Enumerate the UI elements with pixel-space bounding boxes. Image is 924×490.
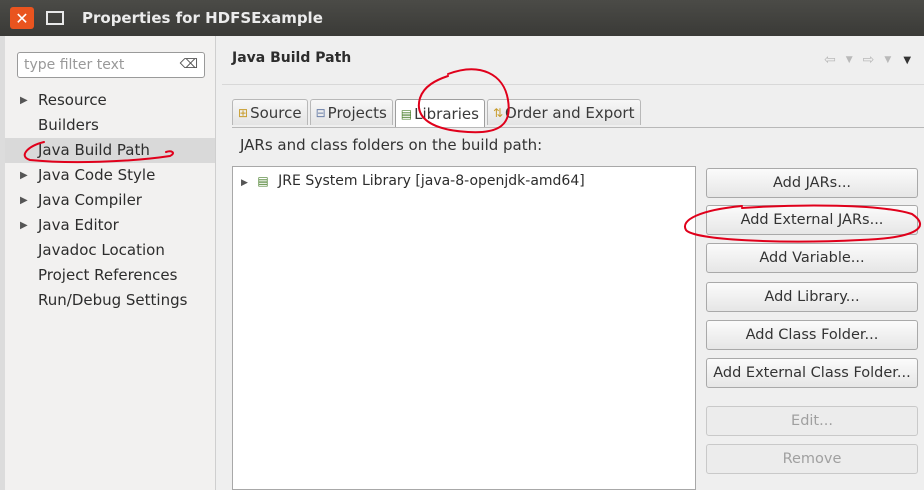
sidebar-item-label: Project References	[38, 266, 178, 284]
forward-arrow-icon[interactable]: ⇨	[863, 52, 875, 68]
sidebar: ⌫ ▶ Resource Builders Java Build Path ▶ …	[5, 36, 216, 490]
filter-input[interactable]	[22, 56, 176, 74]
close-icon[interactable]: ✕	[10, 7, 34, 29]
sidebar-item-label: Java Code Style	[38, 166, 156, 184]
tab-libraries[interactable]: ▤ Libraries	[394, 99, 485, 127]
sidebar-item-label: Java Compiler	[38, 191, 142, 209]
add-variable-button[interactable]: Add Variable...	[706, 243, 918, 273]
edit-button[interactable]: Edit...	[706, 406, 918, 436]
sidebar-item-label: Javadoc Location	[38, 241, 165, 259]
library-label: JRE System Library [java-8-openjdk-amd64…	[278, 173, 585, 189]
source-folder-icon: ⊞	[238, 105, 249, 120]
header-divider	[222, 84, 924, 85]
back-dropdown-icon[interactable]: ▼	[846, 55, 853, 65]
add-library-button[interactable]: Add Library...	[706, 282, 918, 312]
expand-arrow-icon[interactable]: ▶	[241, 178, 248, 188]
add-external-jars-button[interactable]: Add External JARs...	[706, 205, 918, 235]
sidebar-item-builders[interactable]: Builders	[5, 113, 215, 138]
page-title: Java Build Path	[232, 50, 352, 66]
remove-button[interactable]: Remove	[706, 444, 918, 474]
tab-source[interactable]: ⊞ Source	[232, 99, 308, 125]
libraries-description: JARs and class folders on the build path…	[240, 136, 543, 154]
view-menu-icon[interactable]: ▼	[903, 55, 911, 66]
expand-arrow-icon[interactable]: ▶	[20, 163, 28, 188]
tab-label: Source	[250, 103, 302, 122]
order-export-icon: ⇅	[492, 105, 503, 120]
sidebar-item-java-compiler[interactable]: ▶ Java Compiler	[5, 188, 215, 213]
sidebar-item-label: Java Editor	[38, 216, 119, 234]
expand-arrow-icon[interactable]: ▶	[20, 88, 28, 113]
library-item-jre[interactable]: ▶ ▤ JRE System Library [java-8-openjdk-a…	[241, 173, 585, 189]
expand-arrow-icon[interactable]: ▶	[20, 188, 28, 213]
library-icon: ▤	[257, 174, 269, 188]
title-bar: ✕ Properties for HDFSExample	[0, 0, 924, 36]
property-tree: ▶ Resource Builders Java Build Path ▶ Ja…	[5, 88, 215, 313]
tab-label: Libraries	[414, 104, 479, 123]
libraries-icon: ▤	[400, 106, 413, 121]
sidebar-item-label: Builders	[38, 116, 99, 134]
tab-panel-border	[232, 127, 924, 128]
tab-label: Projects	[327, 103, 387, 122]
tab-order-and-export[interactable]: ⇅ Order and Export	[486, 99, 641, 125]
projects-icon: ⊟	[315, 105, 326, 120]
sidebar-item-java-editor[interactable]: ▶ Java Editor	[5, 213, 215, 238]
tab-label: Order and Export	[505, 103, 635, 122]
sidebar-item-label: Java Build Path	[38, 141, 150, 159]
sidebar-item-label: Run/Debug Settings	[38, 291, 188, 309]
sidebar-item-project-references[interactable]: Project References	[5, 263, 215, 288]
clear-filter-icon[interactable]: ⌫	[180, 57, 198, 72]
library-tree[interactable]: ▶ ▤ JRE System Library [java-8-openjdk-a…	[232, 166, 696, 490]
back-arrow-icon[interactable]: ⇦	[824, 52, 836, 68]
expand-arrow-icon[interactable]: ▶	[20, 213, 28, 238]
filter-field[interactable]: ⌫	[17, 52, 205, 78]
sidebar-item-resource[interactable]: ▶ Resource	[5, 88, 215, 113]
sidebar-item-java-build-path[interactable]: Java Build Path	[5, 138, 215, 163]
history-navigation: ⇦ ▼ ⇨ ▼ ▼	[824, 50, 924, 70]
add-class-folder-button[interactable]: Add Class Folder...	[706, 320, 918, 350]
sidebar-item-run-debug-settings[interactable]: Run/Debug Settings	[5, 288, 215, 313]
maximize-icon[interactable]	[46, 11, 64, 25]
tab-projects[interactable]: ⊟ Projects	[309, 99, 393, 125]
add-jars-button[interactable]: Add JARs...	[706, 168, 918, 198]
add-external-class-folder-button[interactable]: Add External Class Folder...	[706, 358, 918, 388]
sidebar-item-javadoc-location[interactable]: Javadoc Location	[5, 238, 215, 263]
tab-strip: ⊞ Source ⊟ Projects ▤ Libraries ⇅ Order …	[232, 99, 643, 127]
sidebar-item-java-code-style[interactable]: ▶ Java Code Style	[5, 163, 215, 188]
forward-dropdown-icon[interactable]: ▼	[884, 55, 891, 65]
window-title: Properties for HDFSExample	[82, 9, 323, 27]
sidebar-item-label: Resource	[38, 91, 107, 109]
